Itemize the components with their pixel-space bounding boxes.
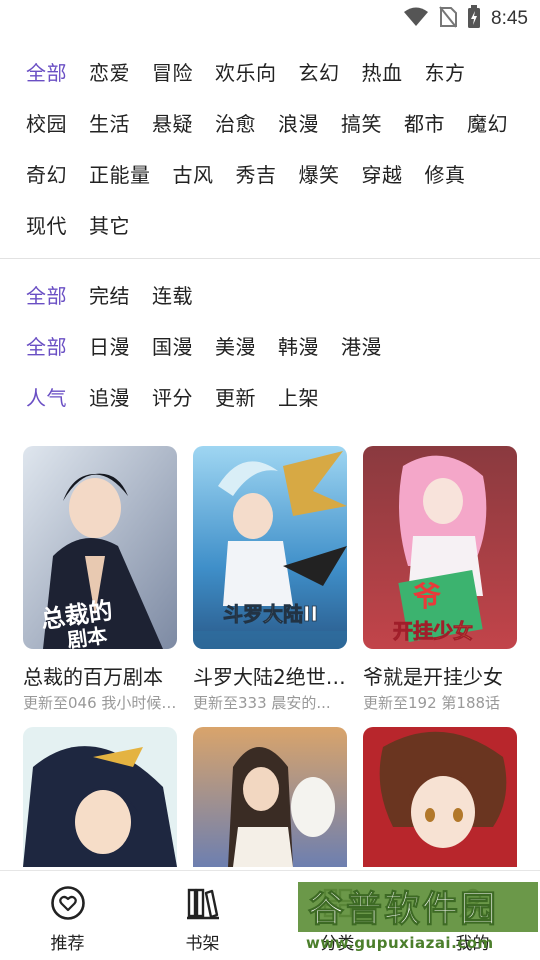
category-chip[interactable]: 修真	[425, 150, 466, 201]
category-chip[interactable]: 悬疑	[152, 99, 193, 150]
filter-divider	[0, 258, 540, 259]
comic-cover-image: 爷 开挂少女	[363, 446, 517, 649]
svg-text:斗罗大陆II: 斗罗大陆II	[223, 602, 318, 626]
nav-recommend-label: 推荐	[50, 934, 85, 954]
svg-text:开挂少女: 开挂少女	[393, 619, 473, 643]
no-sim-icon	[439, 6, 458, 32]
heart-icon	[50, 885, 86, 925]
region-chip[interactable]: 国漫	[152, 322, 193, 373]
comic-update-info: 更新至333 晨安的...	[193, 694, 331, 712]
comic-title: 总裁的百万剧本	[23, 665, 163, 689]
battery-charging-icon	[467, 5, 481, 33]
region-chip[interactable]: 港漫	[341, 322, 382, 373]
nav-bookshelf[interactable]: 书架	[135, 871, 270, 960]
bookshelf-icon	[185, 885, 221, 925]
category-chip[interactable]: 奇幻	[26, 150, 67, 201]
category-chip[interactable]: 浪漫	[278, 99, 319, 150]
comic-title: 斗罗大陆2绝世唐门	[193, 665, 353, 689]
category-chip[interactable]: 古风	[173, 150, 214, 201]
category-chip[interactable]: 正能量	[89, 150, 151, 201]
nav-bookshelf-label: 书架	[185, 934, 220, 954]
sort-chip-row: 人气 追漫 评分 更新 上架	[0, 373, 540, 424]
comic-card[interactable]: 斗罗大陆II 斗罗大陆2绝世唐门 更新至333 晨安的...	[193, 446, 353, 713]
category-chip[interactable]: 全部	[26, 48, 67, 99]
comic-cover-image	[23, 727, 177, 867]
secondary-filters: 全部 完结 连载 全部 日漫 国漫 美漫 韩漫 港漫 人气 追漫 评分 更新 上架	[0, 271, 540, 424]
nav-recommend[interactable]: 推荐	[0, 871, 135, 960]
category-chip[interactable]: 秀吉	[236, 150, 277, 201]
category-chip[interactable]: 热血	[362, 48, 403, 99]
watermark-logo: 谷普软件园 www.gupuxiazai.com	[298, 876, 538, 954]
status-chip[interactable]: 全部	[26, 271, 67, 322]
sort-chip[interactable]: 评分	[152, 373, 193, 424]
category-chip[interactable]: 现代	[26, 201, 67, 252]
comic-update-info: 更新至192 第188话	[363, 694, 501, 712]
comic-update-info: 更新至046 我小时候见过你	[23, 694, 177, 712]
sort-chip[interactable]: 更新	[215, 373, 256, 424]
comic-card[interactable]: 总裁的 剧本 总裁的百万剧本 更新至046 我小时候见过你	[23, 446, 177, 713]
comic-card[interactable]	[363, 727, 517, 867]
clock-time: 8:45	[491, 8, 528, 29]
comic-card[interactable]	[23, 727, 177, 867]
category-filter: 全部 恋爱 冒险 欢乐向 玄幻 热血 东方校园 生活 悬疑 治愈 浪漫 搞笑 都市 魔幻奇幻 正能量 古风 秀吉…	[0, 48, 540, 252]
category-chip[interactable]: 爆笑	[299, 150, 340, 201]
wifi-icon	[403, 7, 429, 31]
category-chip[interactable]: 校园	[26, 99, 67, 150]
region-chip-row: 全部 日漫 国漫 美漫 韩漫 港漫	[0, 322, 540, 373]
svg-text:剧本: 剧本	[66, 623, 109, 649]
status-chip-row: 全部 完结 连载	[0, 271, 540, 322]
region-chip[interactable]: 全部	[26, 322, 67, 373]
svg-text:爷: 爷	[413, 580, 442, 613]
category-chip[interactable]: 穿越	[362, 150, 403, 201]
svg-text:谷普软件园: 谷普软件园	[308, 889, 498, 930]
sort-chip[interactable]: 上架	[278, 373, 319, 424]
category-chip-row: 全部 恋爱 冒险 欢乐向 玄幻 热血 东方校园 生活 悬疑 治愈 浪漫 搞笑 都市 魔幻奇幻 正能量 古风 秀吉…	[0, 48, 540, 252]
status-chip[interactable]: 完结	[89, 271, 130, 322]
status-chip[interactable]: 连载	[152, 271, 193, 322]
sort-chip[interactable]: 人气	[26, 373, 67, 424]
sort-chip[interactable]: 追漫	[89, 373, 130, 424]
category-chip[interactable]: 搞笑	[341, 99, 382, 150]
category-chip[interactable]: 其它	[89, 201, 130, 252]
category-chip[interactable]: 玄幻	[299, 48, 340, 99]
category-chip[interactable]: 生活	[89, 99, 130, 150]
status-bar: 8:45	[0, 0, 540, 36]
region-chip[interactable]: 美漫	[215, 322, 256, 373]
comic-card[interactable]	[193, 727, 347, 867]
region-chip[interactable]: 韩漫	[278, 322, 319, 373]
region-chip[interactable]: 日漫	[89, 322, 130, 373]
comic-cover-image	[193, 727, 347, 867]
comic-card[interactable]: 爷 开挂少女 爷就是开挂少女 更新至192 第188话	[363, 446, 517, 713]
comic-title: 爷就是开挂少女	[363, 665, 503, 689]
comic-cover-image: 总裁的 剧本	[23, 446, 177, 649]
comic-cover-image: 斗罗大陆II	[193, 446, 347, 649]
category-chip[interactable]: 东方	[425, 48, 466, 99]
category-chip[interactable]: 冒险	[152, 48, 193, 99]
comic-grid: 总裁的 剧本 总裁的百万剧本 更新至046 我小时候见过你 斗罗大陆II 斗罗大…	[23, 446, 523, 867]
category-chip[interactable]: 恋爱	[89, 48, 130, 99]
category-chip[interactable]: 都市	[404, 99, 445, 150]
comic-cover-image	[363, 727, 517, 867]
category-chip[interactable]: 魔幻	[467, 99, 508, 150]
svg-text:www.gupuxiazai.com: www.gupuxiazai.com	[306, 934, 494, 952]
category-chip[interactable]: 欢乐向	[215, 48, 277, 99]
category-chip[interactable]: 治愈	[215, 99, 256, 150]
